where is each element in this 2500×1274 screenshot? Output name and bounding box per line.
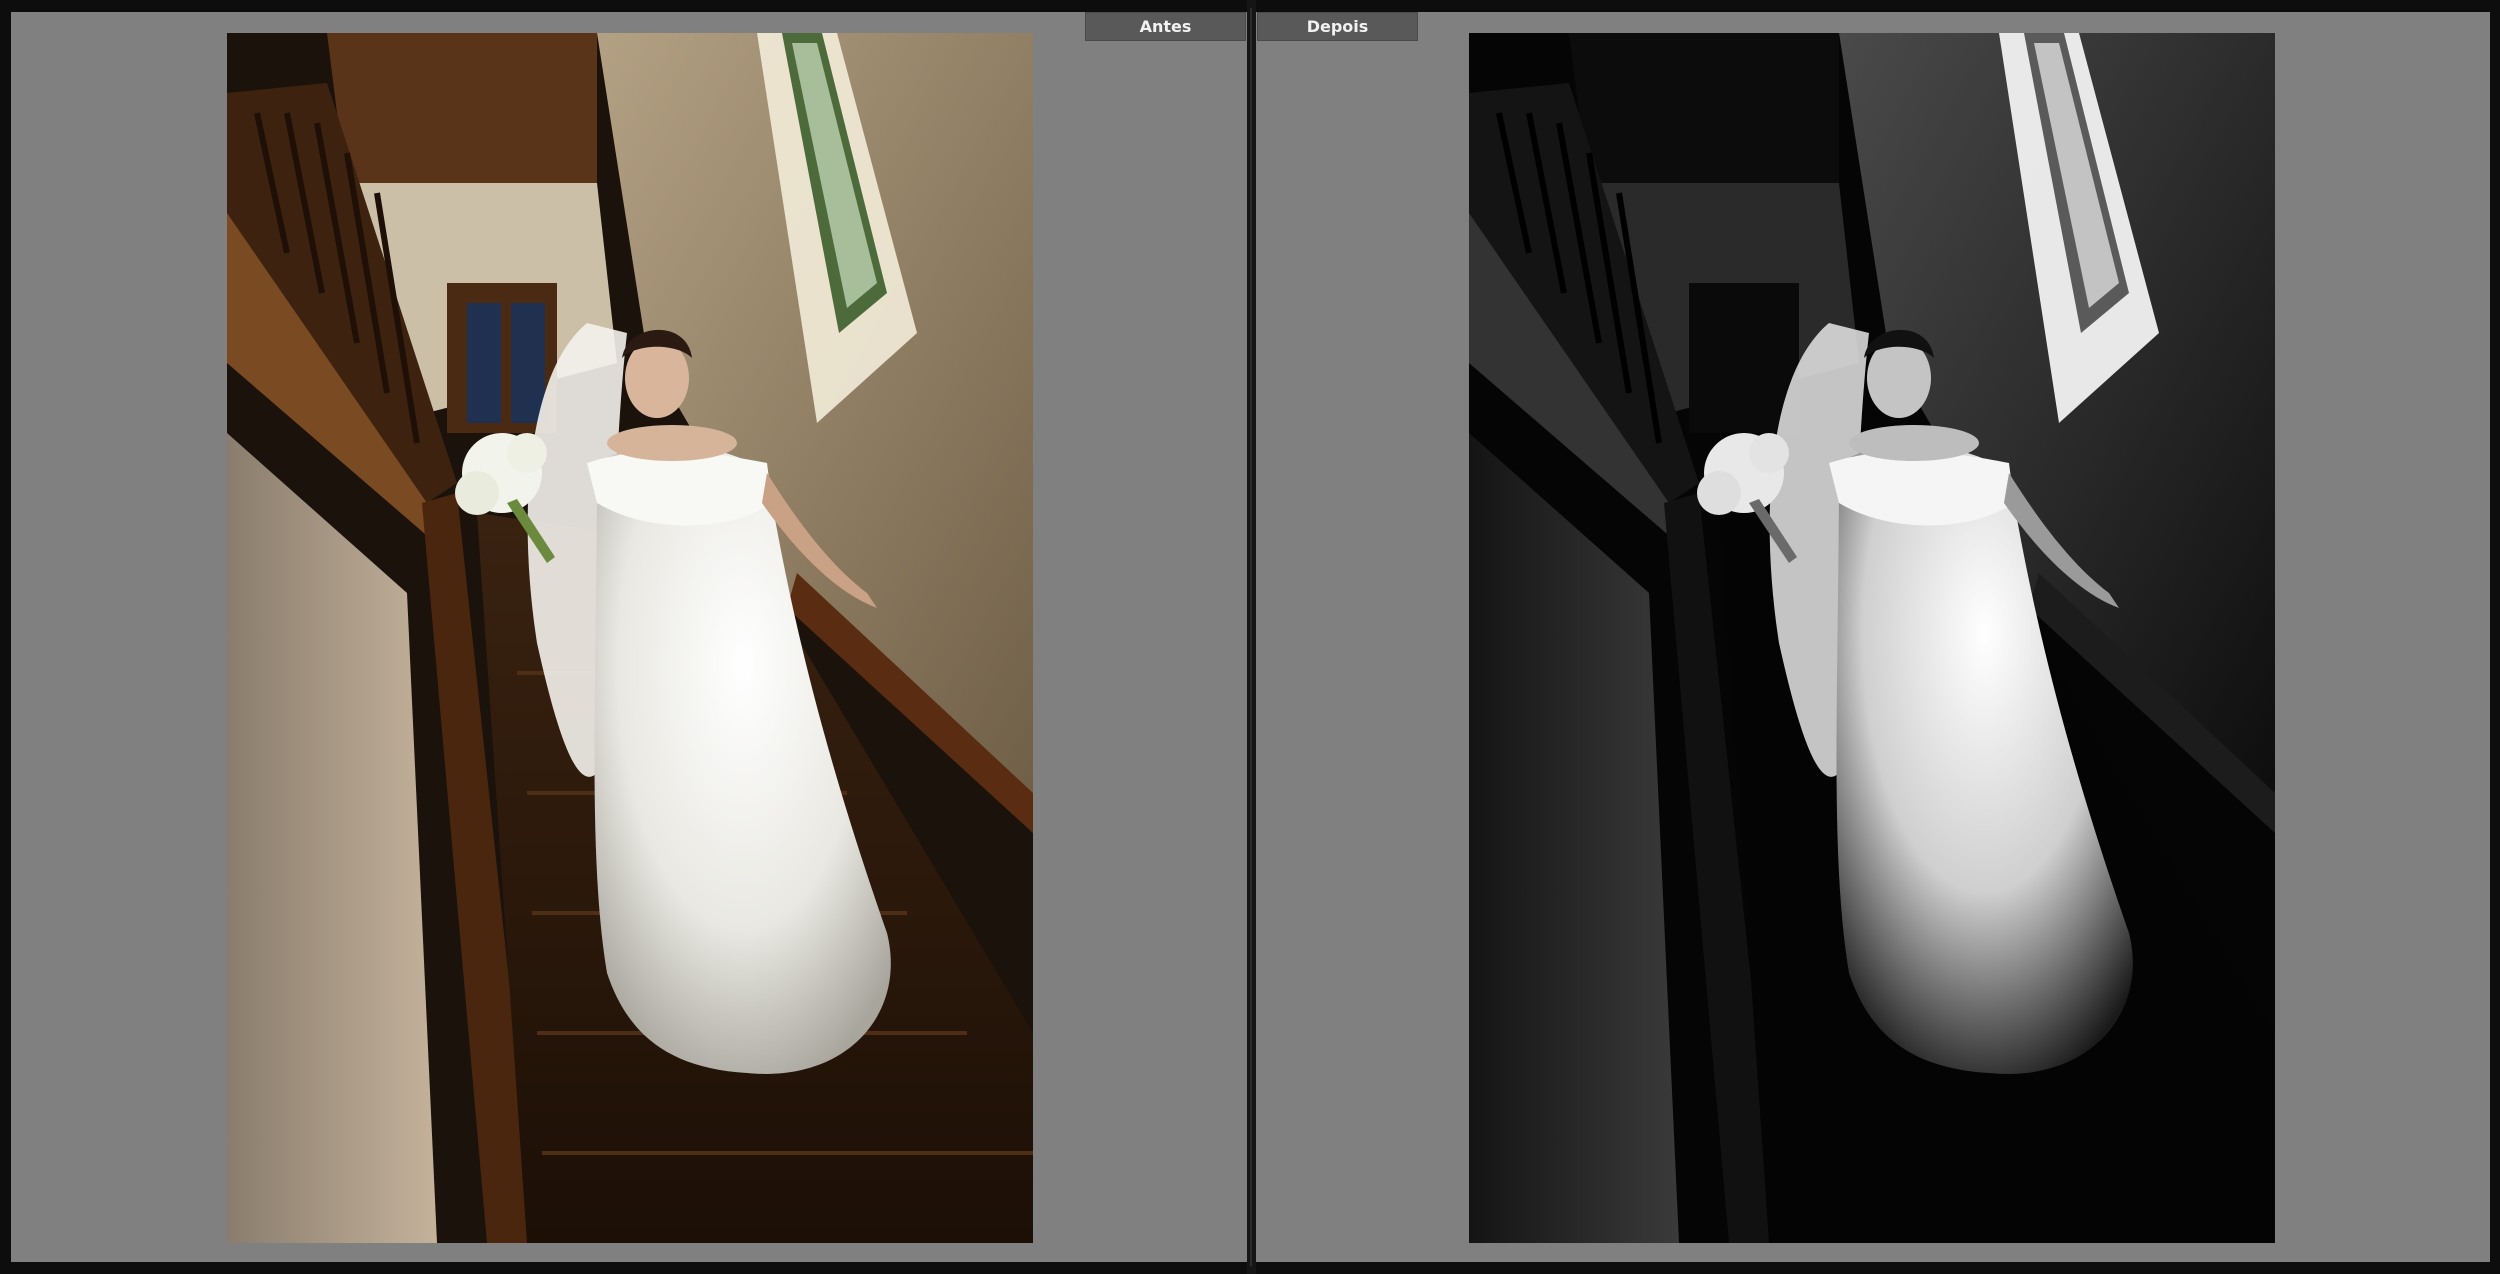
before-photo[interactable] bbox=[227, 33, 1033, 1243]
bride-staircase-color-image bbox=[227, 33, 1033, 1243]
after-label: Depois bbox=[1257, 12, 1418, 41]
before-label: Antes bbox=[1085, 12, 1246, 41]
before-after-compare-view: Antes Depois bbox=[0, 0, 2500, 1274]
bride-staircase-bw-image bbox=[1469, 33, 2275, 1243]
after-photo[interactable] bbox=[1469, 33, 2275, 1243]
split-divider[interactable] bbox=[1247, 0, 1256, 1274]
